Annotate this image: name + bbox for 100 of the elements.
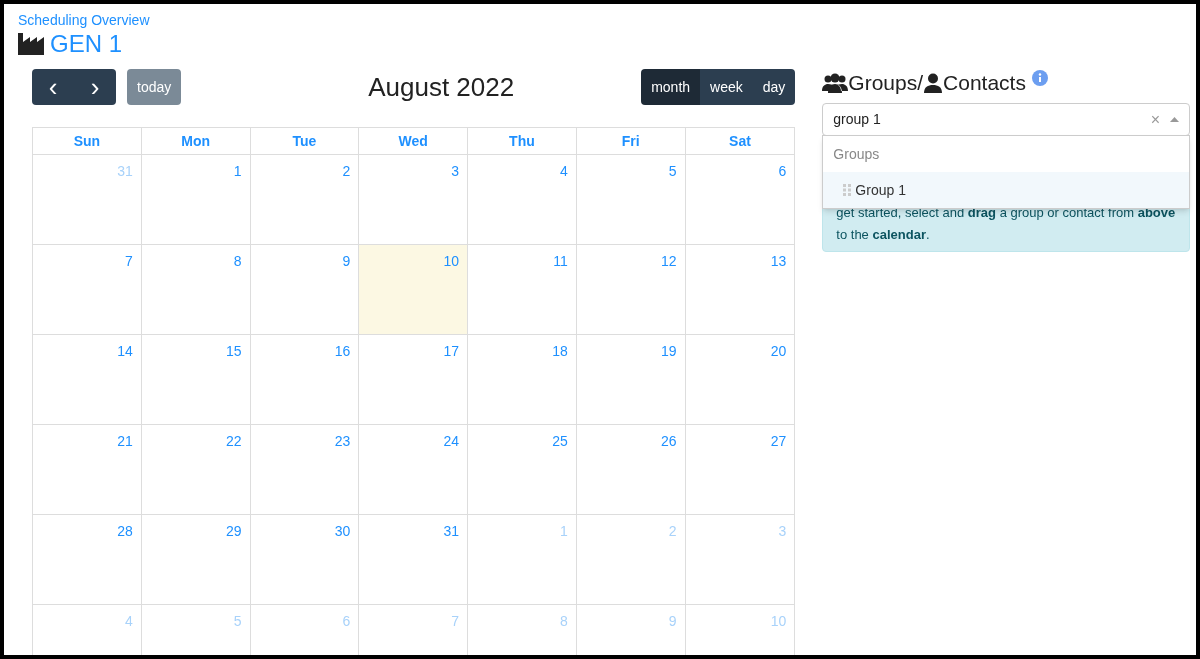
day-cell[interactable]: 10: [359, 245, 469, 334]
day-cell[interactable]: 3: [359, 155, 469, 244]
day-number: 17: [443, 343, 460, 359]
day-number: 31: [117, 163, 133, 179]
caret-icon[interactable]: [1170, 117, 1179, 122]
day-cell[interactable]: 14: [33, 335, 142, 424]
day-cell[interactable]: 2: [250, 155, 360, 244]
view-tab[interactable]: month: [641, 69, 701, 105]
day-cell[interactable]: 24: [359, 425, 469, 514]
hint-text: get started, select and drag a group or contact from above to the calendar.: [836, 205, 1176, 242]
day-number: 11: [553, 253, 568, 269]
dropdown-option[interactable]: Group 1: [823, 172, 1189, 208]
day-number: 6: [778, 163, 787, 179]
day-cell[interactable]: 15: [141, 335, 251, 424]
users-icon: [822, 73, 849, 93]
day-number: 8: [560, 613, 568, 629]
day-number: 9: [342, 253, 351, 269]
day-number: 24: [443, 433, 460, 449]
factory-icon: [18, 33, 44, 55]
view-tab[interactable]: day: [752, 69, 796, 105]
day-cell[interactable]: 6: [685, 155, 795, 244]
day-number: 4: [560, 163, 568, 179]
day-number: 7: [451, 613, 460, 629]
weekday-header: Thu: [468, 128, 577, 154]
day-number: 20: [770, 343, 787, 359]
day-number: 14: [117, 343, 133, 359]
day-number: 28: [117, 523, 133, 539]
day-number: 7: [124, 253, 133, 269]
weekday-header: Sun: [33, 128, 142, 154]
day-cell[interactable]: 22: [141, 425, 251, 514]
weekday-header: Tue: [250, 128, 360, 154]
day-cell[interactable]: 4: [468, 155, 577, 244]
day-cell[interactable]: 8: [141, 245, 251, 334]
day-number: 10: [443, 253, 460, 269]
day-number: 23: [334, 433, 351, 449]
weekday-header: Mon: [141, 128, 251, 154]
day-cell[interactable]: 16: [250, 335, 360, 424]
contacts-heading: Contacts: [943, 70, 1026, 97]
day-number: 22: [225, 433, 242, 449]
day-number: 8: [233, 253, 242, 269]
user-icon: [923, 73, 944, 93]
day-cell[interactable]: 20: [685, 335, 795, 424]
view-tab[interactable]: week: [700, 69, 753, 105]
day-cell[interactable]: 27: [685, 425, 795, 514]
page-title: GEN 1: [50, 32, 123, 56]
day-number: 9: [668, 613, 677, 629]
day-number: 4: [124, 613, 133, 629]
day-cell[interactable]: 29: [141, 515, 251, 604]
drag-handle-icon[interactable]: [843, 184, 852, 196]
day-cell[interactable]: 17: [359, 335, 469, 424]
day-number: 21: [117, 433, 133, 449]
day-number: 29: [225, 523, 242, 539]
day-number: 18: [552, 343, 568, 359]
day-cell[interactable]: 28: [33, 515, 142, 604]
day-number: 26: [661, 433, 677, 449]
day-number: 30: [334, 523, 351, 539]
day-number: 19: [661, 343, 677, 359]
breadcrumb-link[interactable]: Scheduling Overview: [18, 10, 1182, 31]
day-number: 25: [552, 433, 568, 449]
today-button[interactable]: today: [127, 69, 182, 105]
previous-button[interactable]: ‹: [32, 69, 74, 105]
info-icon[interactable]: [1031, 70, 1048, 86]
day-number: 10: [770, 613, 787, 629]
day-number: 3: [451, 163, 460, 179]
day-number: 1: [560, 523, 568, 539]
weekday-header: Fri: [576, 128, 686, 154]
day-cell[interactable]: 12: [576, 245, 686, 334]
calendar-title: August 2022: [368, 70, 515, 104]
day-number: 2: [668, 523, 677, 539]
day-cell[interactable]: 19: [576, 335, 686, 424]
day-cell[interactable]: 1: [141, 155, 251, 244]
day-cell[interactable]: 7: [33, 245, 142, 334]
day-number: 27: [770, 433, 787, 449]
day-number: 3: [778, 523, 787, 539]
day-cell[interactable]: 30: [250, 515, 360, 604]
day-number: 31: [443, 523, 460, 539]
day-number: 13: [770, 253, 787, 269]
day-cell[interactable]: 5: [576, 155, 686, 244]
day-cell[interactable]: 31: [359, 515, 469, 604]
day-number: 5: [233, 613, 242, 629]
groups-heading: Groups/: [848, 70, 924, 97]
group-header: Groups: [832, 145, 881, 164]
clear-button[interactable]: ×: [1150, 107, 1160, 132]
day-cell[interactable]: 25: [468, 425, 577, 514]
weekday-header: Wed: [359, 128, 469, 154]
next-button[interactable]: ›: [74, 69, 116, 105]
day-number: 16: [334, 343, 351, 359]
day-number: 2: [342, 163, 351, 179]
weekday-header: Sat: [728, 132, 752, 151]
day-number: 1: [233, 163, 242, 179]
day-cell[interactable]: 13: [685, 245, 795, 334]
day-number: 15: [225, 343, 242, 359]
day-cell[interactable]: 23: [250, 425, 360, 514]
day-cell[interactable]: 21: [33, 425, 142, 514]
day-number: 5: [668, 163, 677, 179]
day-cell[interactable]: 26: [576, 425, 686, 514]
day-cell[interactable]: 11: [468, 245, 577, 334]
day-cell[interactable]: 18: [468, 335, 577, 424]
day-number: 6: [342, 613, 351, 629]
day-number: 12: [661, 253, 677, 269]
